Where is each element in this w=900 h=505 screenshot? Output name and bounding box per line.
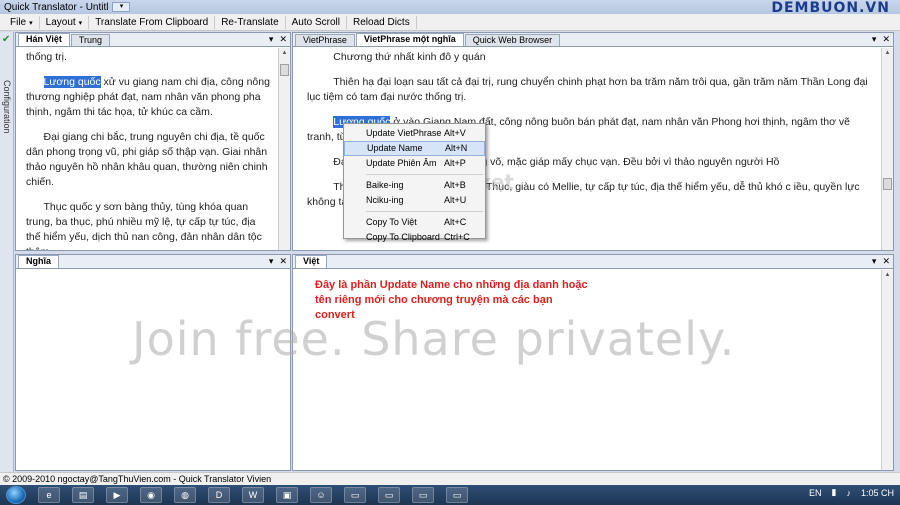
viet-tabbar: Việt ▾ ✕	[293, 255, 893, 269]
paragraph: Đại giang chi bắc, trung nguyên chi địa,…	[26, 131, 268, 188]
pin-icon[interactable]: ▾	[872, 256, 877, 266]
network-icon[interactable]: ▮	[832, 487, 837, 498]
window-taskbar-icon[interactable]: ▭	[344, 487, 366, 503]
vertical-scrollbar[interactable]: ▲	[278, 48, 290, 250]
pin-icon[interactable]: ▾	[269, 34, 274, 44]
word-taskbar-icon[interactable]: W	[242, 487, 264, 503]
clock[interactable]: 1:05 CH	[861, 488, 894, 498]
selected-word[interactable]: Lương quốc	[43, 76, 101, 88]
viet-text[interactable]: Đây là phần Update Name cho những địa da…	[293, 270, 881, 470]
menu-file[interactable]: File ▾	[4, 15, 40, 29]
tab-trung[interactable]: Trung	[70, 34, 111, 46]
title-bar: Quick Translator - Untitl ▾ DEMBUON.VN	[0, 0, 900, 16]
menu-item-nciku-ing[interactable]: Nciku-ing Alt+U	[344, 193, 485, 208]
scroll-up-icon[interactable]: ▲	[882, 48, 893, 59]
note-line: Đây là phần Update Name cho những địa da…	[315, 279, 588, 291]
tab-vietphrase[interactable]: VietPhrase	[295, 34, 355, 46]
pin-icon[interactable]: ▾	[872, 34, 877, 44]
context-menu: Update VietPhrase Alt+V Update Name Alt+N …	[343, 123, 486, 242]
window-taskbar-icon[interactable]: ▭	[378, 487, 400, 503]
menu-item-copy-to-viet[interactable]: Copy To Việt Alt+C	[344, 215, 485, 230]
join-free-watermark: Join free. Share privately.	[132, 312, 736, 366]
paragraph: thống trị.	[26, 51, 67, 63]
scroll-thumb[interactable]	[280, 64, 289, 76]
han-viet-text[interactable]: thống trị. Lương quốc xử vu giang nam ch…	[16, 48, 278, 250]
language-indicator[interactable]: EN	[809, 488, 822, 498]
emoji-taskbar-icon[interactable]: ☺	[310, 487, 332, 503]
tab-quick-web-browser[interactable]: Quick Web Browser	[464, 34, 561, 46]
menu-separator	[366, 174, 483, 175]
ie-taskbar-icon[interactable]: e	[38, 487, 60, 503]
close-icon[interactable]: ✕	[279, 256, 287, 266]
menu-reload-dicts[interactable]: Reload Dicts	[347, 15, 417, 29]
scroll-up-icon[interactable]: ▲	[279, 48, 290, 59]
folder-taskbar-icon[interactable]: ▤	[72, 487, 94, 503]
menu-translate-from-clipboard[interactable]: Translate From Clipboard	[89, 15, 216, 29]
window-title: Quick Translator - Untitl	[4, 1, 109, 13]
window-taskbar-icon[interactable]: ▭	[446, 487, 468, 503]
menu-item-baike-ing[interactable]: Baike-ing Alt+B	[344, 178, 485, 193]
menu-item-copy-to-clipboard[interactable]: Copy To Clipboard Ctrl+C	[344, 230, 485, 245]
nghia-text[interactable]	[16, 270, 278, 470]
paragraph: Thiên hạ đại loạn sau tất cả đại trị, ru…	[307, 76, 868, 103]
vertical-scrollbar[interactable]: ▲	[881, 270, 893, 470]
configuration-label: Configuration	[2, 80, 12, 134]
menu-item-update-vietphrase[interactable]: Update VietPhrase Alt+V	[344, 126, 485, 141]
paragraph: Chương thứ nhất kinh đô y quán	[333, 51, 486, 63]
title-dropdown-button[interactable]: ▾	[112, 2, 131, 12]
close-icon[interactable]: ✕	[279, 34, 287, 44]
han-viet-panel: Hán Việt Trung ▾ ✕ thống trị. Lương quốc …	[15, 32, 291, 251]
tab-viet[interactable]: Việt	[295, 255, 328, 268]
chrome-taskbar-icon[interactable]: ◉	[140, 487, 162, 503]
pin-icon[interactable]: ▾	[269, 256, 274, 266]
menu-item-update-name[interactable]: Update Name Alt+N	[344, 141, 485, 156]
vietphrase-tabbar: VietPhrase VietPhrase một nghĩa Quick We…	[293, 33, 893, 47]
player-taskbar-icon[interactable]: ▶	[106, 487, 128, 503]
start-button[interactable]	[6, 486, 26, 504]
menu-item-update-phien-am[interactable]: Update Phiên Âm Alt+P	[344, 156, 485, 171]
paragraph: Thục quốc y sơn bàng thủy, tùng khóa qua…	[26, 201, 262, 250]
window-taskbar-icon[interactable]: ▭	[412, 487, 434, 503]
tab-nghia[interactable]: Nghĩa	[18, 255, 60, 268]
menu-separator	[366, 211, 483, 212]
han-viet-tabbar: Hán Việt Trung ▾ ✕	[16, 33, 290, 47]
scroll-up-icon[interactable]: ▲	[882, 270, 893, 281]
volume-icon[interactable]: ♪	[846, 488, 851, 498]
system-tray: EN ▮ ♪ 1:05 CH	[799, 487, 894, 498]
nghia-tabbar: Nghĩa ▾ ✕	[16, 255, 290, 269]
scroll-thumb[interactable]	[883, 178, 892, 190]
menu-bar: File ▾ Layout ▾ Translate From Clipboard R…	[0, 14, 900, 31]
menu-auto-scroll[interactable]: Auto Scroll	[286, 15, 347, 29]
firefox-taskbar-icon[interactable]: ◍	[174, 487, 196, 503]
menu-layout[interactable]: Layout ▾	[40, 15, 90, 29]
tab-vietphrase-mot-nghia[interactable]: VietPhrase một nghĩa	[355, 33, 464, 46]
windows-taskbar: e ▤ ▶ ◉ ◍ D W ▣ ☺ ▭ ▭ ▭ ▭ EN ▮ ♪ 1:05 CH	[0, 485, 900, 505]
configuration-side-strip[interactable]: ✔ Configuration	[0, 32, 14, 472]
note-line: tên riêng mới cho chương truyện mà các b…	[315, 294, 553, 306]
close-icon[interactable]: ✕	[882, 34, 890, 44]
tab-han-viet[interactable]: Hán Việt	[18, 33, 70, 46]
vertical-scrollbar[interactable]: ▲	[881, 48, 893, 250]
app-taskbar-icon[interactable]: ▣	[276, 487, 298, 503]
d-app-taskbar-icon[interactable]: D	[208, 487, 230, 503]
close-icon[interactable]: ✕	[882, 256, 890, 266]
paragraph: Lương quốc xử vu giang nam chi địa, công…	[26, 76, 270, 118]
check-icon: ✔	[2, 34, 11, 45]
menu-re-translate[interactable]: Re-Translate	[215, 15, 286, 29]
status-bar: © 2009-2010 ngoctay@TangThuVien.com - Qu…	[0, 472, 900, 485]
